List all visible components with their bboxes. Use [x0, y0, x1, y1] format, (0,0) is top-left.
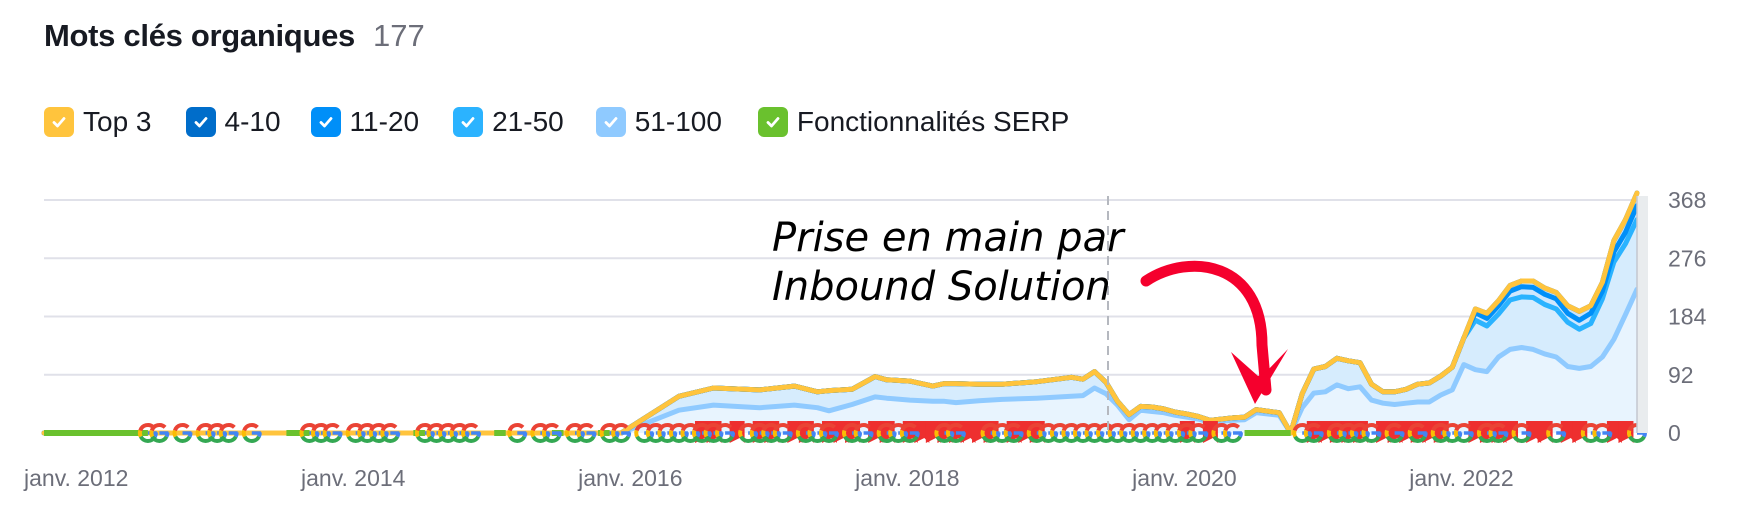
annotation-line-1: Prise en main par [772, 215, 1126, 261]
chart-canvas: 092184276368 janv. 2012 janv. 2014 janv. 2… [23, 187, 1707, 491]
x-axis: janv. 2012 janv. 2014 janv. 2016 janv. 2018… [23, 465, 1514, 491]
annotation-arrow [1140, 260, 1288, 404]
x-tick-label: janv. 2016 [577, 465, 682, 491]
y-tick-label: 92 [1668, 362, 1694, 388]
y-tick-label: 368 [1668, 187, 1706, 213]
y-tick-label: 276 [1668, 245, 1706, 271]
x-tick-label: janv. 2012 [23, 465, 128, 491]
x-tick-label: janv. 2020 [1131, 465, 1236, 491]
x-tick-label: janv. 2018 [854, 465, 959, 491]
area-51-100 [44, 289, 1637, 433]
y-tick-label: 184 [1668, 304, 1707, 330]
annotation-line-2: Inbound Solution [772, 264, 1111, 310]
x-tick-label: janv. 2014 [300, 465, 406, 491]
y-tick-label: 0 [1668, 420, 1681, 446]
y-axis: 0 92 184 276 368 [1668, 187, 1707, 446]
x-tick-label: janv. 2022 [1408, 465, 1513, 491]
range-handle[interactable] [1637, 196, 1648, 433]
